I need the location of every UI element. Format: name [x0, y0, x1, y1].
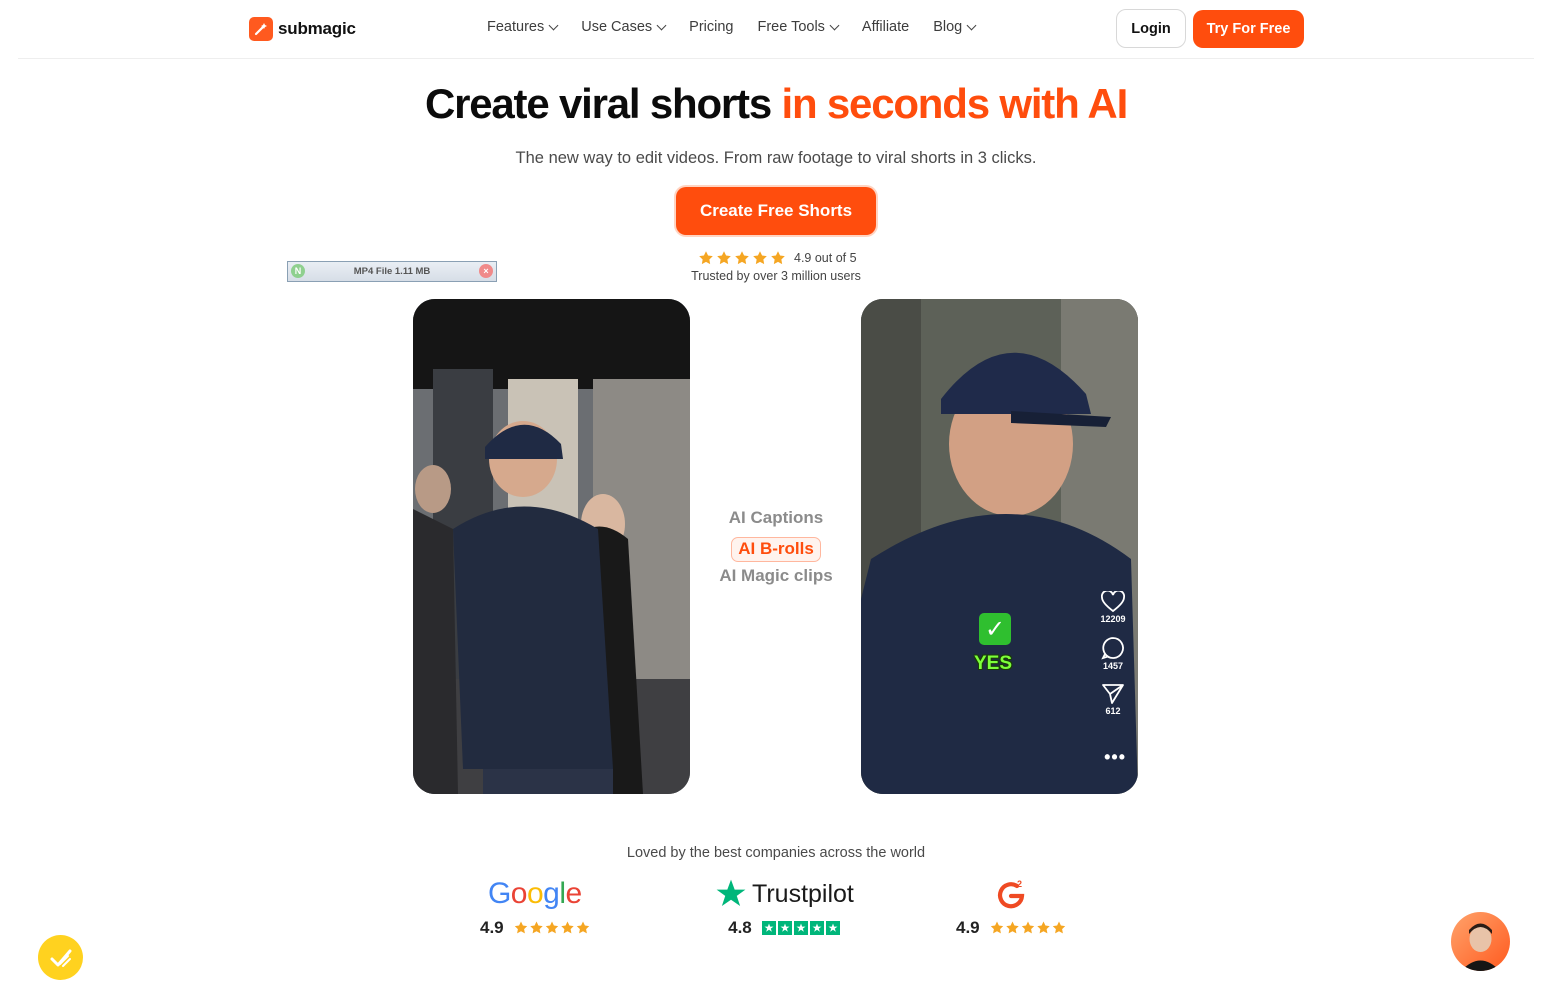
chevron-down-icon: [548, 20, 559, 30]
trustpilot-star-icon: [716, 879, 746, 906]
rating-row: 4.9 out of 5: [698, 250, 857, 266]
star-rating-icon: [990, 921, 1065, 934]
star-rating-icon: [514, 921, 589, 934]
support-chat-avatar[interactable]: [1451, 912, 1510, 971]
g2-logo: 2: [995, 876, 1027, 912]
chevron-down-icon: [656, 20, 667, 30]
menu-label: Affiliate: [861, 19, 910, 35]
share-icon[interactable]: [1101, 683, 1125, 705]
hero-title-accent: in seconds with AI: [781, 80, 1128, 127]
g2-rating: 2 4.9: [956, 876, 1066, 938]
more-icon[interactable]: •••: [1104, 747, 1126, 768]
google-rating: Google 4.9: [480, 876, 590, 938]
feature-ai-b-rolls[interactable]: AI B-rolls: [731, 537, 821, 562]
trustpilot-logo: Trustpilot: [714, 876, 854, 912]
menu-label: Free Tools: [757, 19, 825, 35]
feature-list: AI Captions AI B-rolls AI Magic clips: [700, 506, 852, 593]
file-chip[interactable]: N MP4 File 1.11 MB ×: [287, 261, 497, 282]
file-status-icon: N: [291, 264, 305, 278]
magic-wand-icon: [249, 17, 273, 41]
feature-ai-magic-clips[interactable]: AI Magic clips: [700, 564, 852, 593]
menu-item-blog[interactable]: Blog: [933, 19, 977, 35]
google-score-row: 4.9: [480, 918, 590, 938]
menu-label: Features: [487, 19, 545, 35]
star-icon: [809, 921, 824, 935]
try-for-free-button[interactable]: Try For Free: [1193, 10, 1304, 48]
star-icon: [761, 921, 776, 935]
comment-icon[interactable]: [1101, 636, 1125, 660]
star-icon: [771, 251, 785, 265]
star-icon: [777, 921, 792, 935]
chevron-down-icon: [966, 20, 977, 30]
feature-ai-captions[interactable]: AI Captions: [700, 506, 852, 535]
file-chip-label: MP4 File 1.11 MB: [353, 266, 431, 277]
g2-icon: 2: [997, 879, 1025, 909]
trusted-text: Trusted by over 3 million users: [691, 269, 861, 283]
create-free-shorts-button[interactable]: Create Free Shorts: [676, 187, 876, 235]
rating-text: 4.9 out of 5: [794, 251, 857, 265]
menu-item-pricing[interactable]: Pricing: [689, 19, 733, 35]
rating-stars: [698, 250, 786, 266]
main-menu: Features Use Cases Pricing Free Tools Af…: [487, 19, 999, 35]
brand-name: submagic: [278, 19, 356, 38]
social-actions: 12209 1457 612: [1098, 591, 1128, 728]
svg-text:2: 2: [1017, 879, 1022, 889]
menu-item-affiliate[interactable]: Affiliate: [862, 19, 909, 35]
google-logo: Google: [487, 877, 582, 910]
g2-score-row: 4.9: [956, 918, 1066, 938]
close-icon[interactable]: ×: [479, 264, 493, 278]
raw-footage-frame: [413, 299, 690, 794]
menu-item-features[interactable]: Features: [487, 19, 559, 35]
heart-icon[interactable]: [1101, 591, 1125, 613]
brand-logo[interactable]: submagic: [249, 17, 356, 41]
top-navigation: submagic Features Use Cases Pricing Free…: [0, 0, 1552, 58]
star-icon: [793, 921, 808, 935]
menu-item-free-tools[interactable]: Free Tools: [757, 19, 840, 35]
check-stripes-icon: [50, 949, 71, 967]
hero-subtitle: The new way to edit videos. From raw foo…: [515, 149, 1037, 167]
star-icon: [717, 251, 731, 265]
star-icon: [825, 921, 840, 935]
likes-count: 12209: [1100, 614, 1126, 624]
feedback-widget-button[interactable]: [38, 935, 83, 980]
login-button[interactable]: Login: [1116, 9, 1186, 48]
g2-score: 4.9: [956, 918, 980, 937]
caption-word: YES: [974, 653, 1013, 674]
star-icon: [699, 251, 713, 265]
menu-label: Use Cases: [581, 19, 653, 35]
hero-title-main: Create viral shorts: [424, 80, 772, 127]
trustpilot-rating: Trustpilot 4.8: [714, 876, 854, 938]
star-icon: [753, 251, 767, 265]
menu-label: Pricing: [689, 19, 734, 35]
trustpilot-score: 4.8: [728, 918, 752, 937]
trustpilot-score-row: 4.8: [728, 918, 840, 938]
trustpilot-stars: [761, 921, 840, 935]
trustpilot-wordmark: Trustpilot: [752, 879, 854, 908]
shares-count: 612: [1105, 706, 1121, 716]
menu-label: Blog: [933, 19, 963, 35]
avatar: [1461, 923, 1500, 971]
comments-count: 1457: [1102, 661, 1124, 671]
star-icon: [735, 251, 749, 265]
hero-title: Create viral shorts in seconds with AI: [0, 80, 1552, 128]
nav-divider: [18, 58, 1534, 59]
google-score: 4.9: [480, 918, 504, 937]
raw-footage-video[interactable]: [413, 299, 690, 794]
chevron-down-icon: [829, 20, 840, 30]
menu-item-use-cases[interactable]: Use Cases: [581, 19, 667, 35]
checkmark-emoji-icon: ✓: [979, 613, 1011, 645]
edited-short-video[interactable]: ✓ YES 12209 1457 612 •••: [861, 299, 1138, 794]
edited-short-frame: [861, 299, 1138, 794]
social-proof-heading: Loved by the best companies across the w…: [626, 845, 926, 861]
